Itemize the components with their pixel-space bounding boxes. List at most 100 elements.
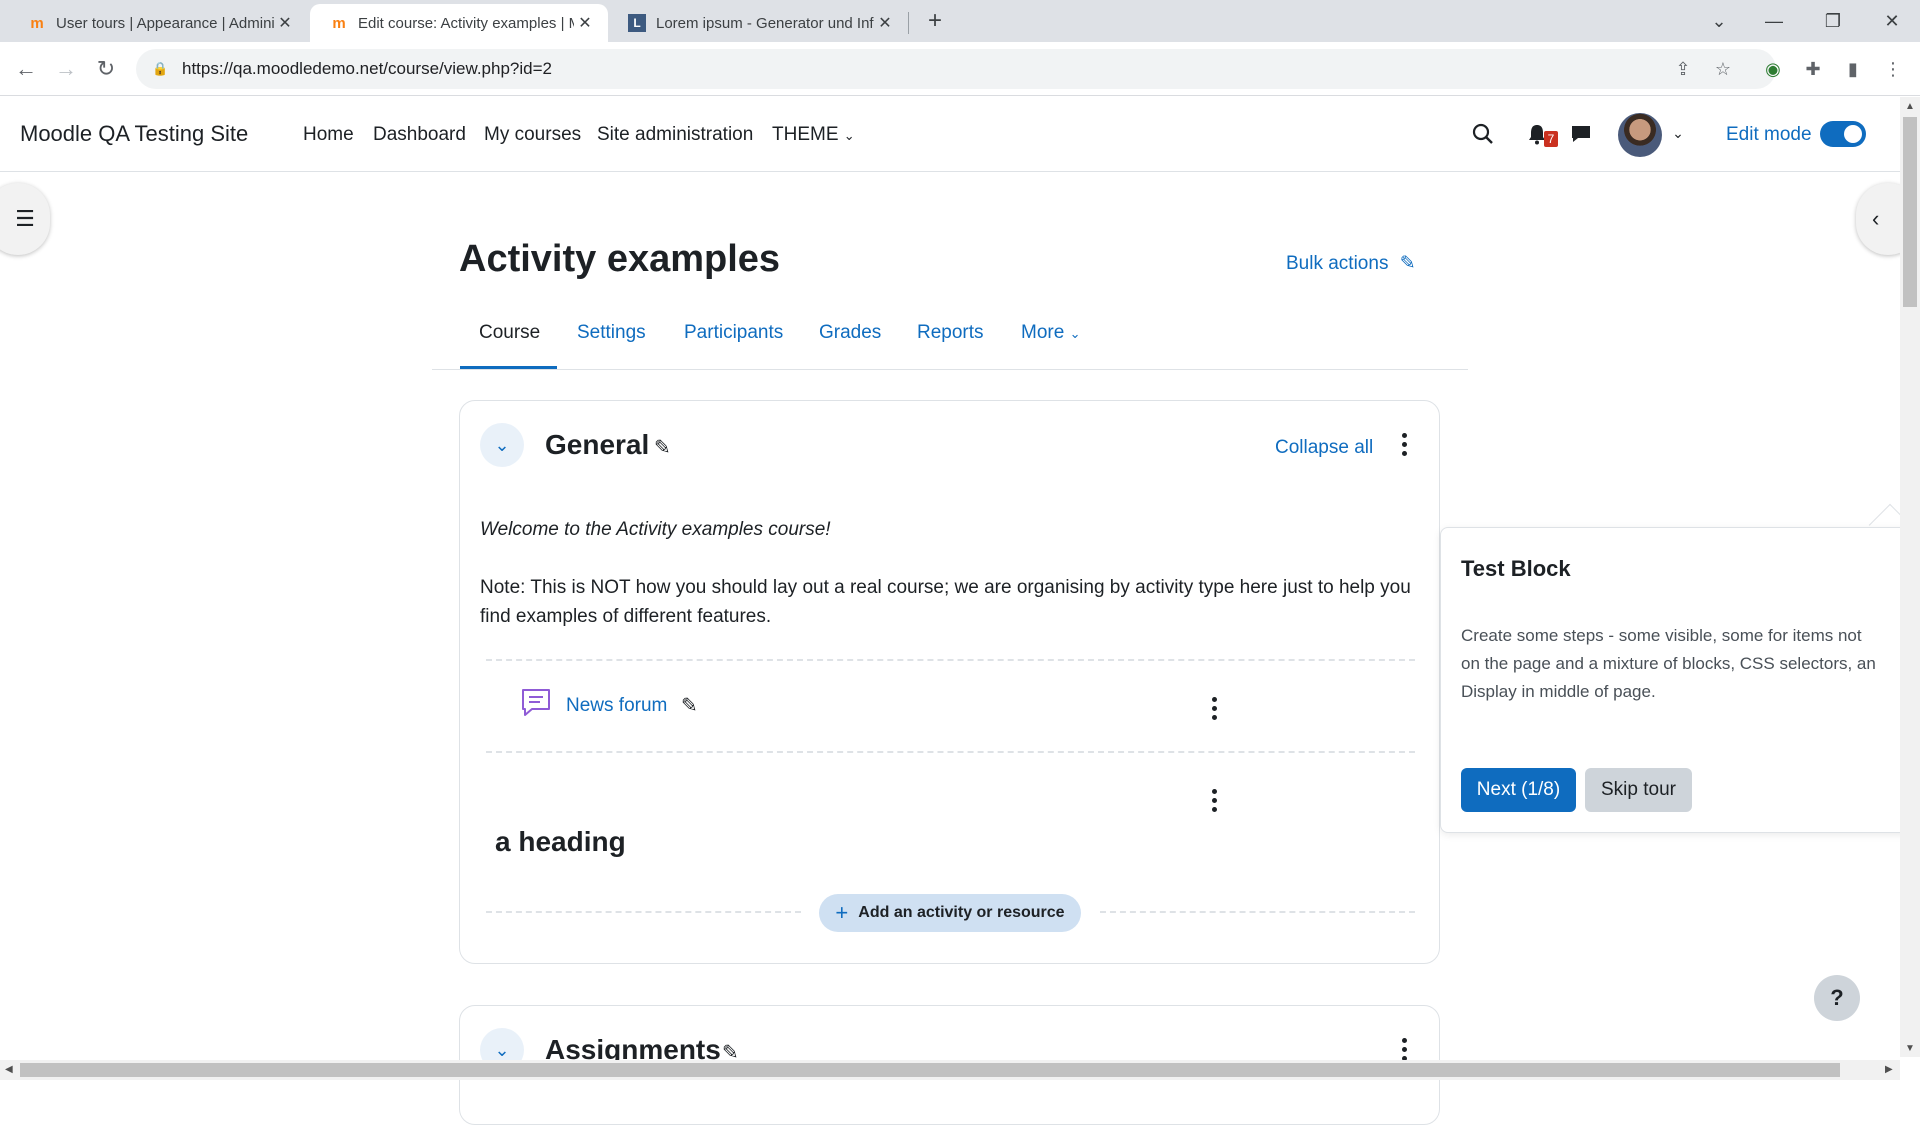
tab-search-chevron-icon[interactable]: ⌄ bbox=[1692, 0, 1746, 42]
close-tab-icon[interactable]: ✕ bbox=[274, 13, 296, 33]
section-summary-note: Note: This is NOT how you should lay out… bbox=[480, 577, 1411, 627]
messages-icon[interactable] bbox=[1566, 119, 1596, 149]
nav-theme[interactable]: THEME ⌄ bbox=[772, 124, 855, 146]
edit-title-pencil-icon[interactable]: ✎ bbox=[654, 435, 671, 460]
section-title: General bbox=[545, 429, 650, 460]
new-tab-icon[interactable]: + bbox=[908, 0, 962, 42]
extension-shield-icon[interactable]: ◉ bbox=[1758, 54, 1788, 84]
pencil-icon: ✎ bbox=[1399, 253, 1416, 274]
browser-tab[interactable]: m User tours | Appearance | Admini ✕ bbox=[8, 4, 308, 42]
forward-icon[interactable]: → bbox=[48, 51, 84, 87]
bulk-actions-link[interactable]: Bulk actions ✎ bbox=[1286, 252, 1416, 275]
browser-tab-active[interactable]: m Edit course: Activity examples | M ✕ bbox=[310, 4, 608, 42]
site-name[interactable]: Moodle QA Testing Site bbox=[20, 121, 248, 147]
help-button[interactable]: ? bbox=[1814, 975, 1860, 1021]
section-actions-kebab-icon[interactable] bbox=[1396, 1038, 1412, 1061]
share-icon[interactable]: ⇪ bbox=[1668, 54, 1698, 84]
user-menu-chevron-icon[interactable]: ⌄ bbox=[1668, 123, 1688, 143]
tab-course[interactable]: Course bbox=[479, 322, 540, 344]
tab-more-label: More bbox=[1021, 322, 1065, 343]
notification-count-badge: 7 bbox=[1544, 131, 1558, 147]
horizontal-scroll-thumb[interactable] bbox=[20, 1063, 1840, 1077]
scroll-right-icon[interactable]: ▶ bbox=[1885, 1064, 1893, 1075]
tour-skip-button[interactable]: Skip tour bbox=[1585, 768, 1692, 812]
tour-next-button[interactable]: Next (1/8) bbox=[1461, 768, 1576, 812]
section-general: ⌄ General ✎ Collapse all Welcome to the … bbox=[459, 400, 1440, 964]
close-window-icon[interactable]: ✕ bbox=[1865, 0, 1919, 42]
moodle-favicon-icon: m bbox=[332, 14, 346, 32]
nav-dashboard[interactable]: Dashboard bbox=[373, 124, 466, 146]
lorem-favicon-icon: L bbox=[628, 14, 646, 32]
user-tour-popover: Test Block Create some steps - some visi… bbox=[1440, 527, 1920, 833]
address-bar[interactable]: 🔒 https://qa.moodledemo.net/course/view.… bbox=[136, 49, 1776, 89]
add-activity-label: Add an activity or resource bbox=[858, 904, 1065, 921]
forum-icon bbox=[522, 689, 550, 716]
back-icon[interactable]: ← bbox=[8, 51, 44, 87]
tab-title: Edit course: Activity examples | M bbox=[358, 14, 574, 32]
horizontal-scrollbar[interactable]: ◀ ▶ bbox=[0, 1060, 1900, 1080]
label-heading: a heading bbox=[495, 826, 626, 857]
chevron-down-icon: ⌄ bbox=[1069, 326, 1081, 341]
tab-title: Lorem ipsum - Generator und Inf bbox=[656, 14, 874, 32]
moodle-favicon-icon: m bbox=[30, 14, 44, 32]
vertical-scrollbar[interactable]: ▲ ▼ bbox=[1900, 97, 1920, 1057]
nav-home[interactable]: Home bbox=[303, 124, 354, 146]
course-index-drawer-toggle[interactable]: ☰ bbox=[0, 183, 50, 255]
scroll-up-icon[interactable]: ▲ bbox=[1905, 101, 1915, 112]
tab-reports[interactable]: Reports bbox=[917, 322, 984, 344]
scroll-left-icon[interactable]: ◀ bbox=[5, 1064, 13, 1075]
bookmark-star-icon[interactable]: ☆ bbox=[1708, 54, 1738, 84]
browser-tab-strip: m User tours | Appearance | Admini ✕ m E… bbox=[0, 0, 1920, 42]
user-avatar[interactable] bbox=[1618, 113, 1662, 157]
search-icon[interactable] bbox=[1468, 119, 1498, 149]
chevron-down-icon: ⌄ bbox=[843, 128, 855, 143]
vertical-scroll-thumb[interactable] bbox=[1903, 117, 1917, 307]
activity-actions-kebab-icon[interactable] bbox=[1206, 697, 1222, 720]
news-forum-link[interactable]: News forum bbox=[566, 695, 667, 717]
edit-mode-toggle[interactable] bbox=[1820, 121, 1866, 147]
minimize-icon[interactable]: — bbox=[1747, 0, 1801, 42]
nav-my-courses[interactable]: My courses bbox=[484, 124, 581, 146]
lock-icon: 🔒 bbox=[152, 61, 169, 76]
browser-toolbar: ← → ↻ 🔒 https://qa.moodledemo.net/course… bbox=[0, 42, 1920, 96]
close-tab-icon[interactable]: ✕ bbox=[574, 13, 596, 33]
url-text: https://qa.moodledemo.net/course/view.ph… bbox=[182, 59, 552, 78]
scroll-down-icon[interactable]: ▼ bbox=[1905, 1043, 1915, 1054]
tab-title: User tours | Appearance | Admini bbox=[56, 14, 274, 32]
tour-step-content: Create some steps - some visible, some f… bbox=[1461, 626, 1876, 701]
collapse-all-link[interactable]: Collapse all bbox=[1275, 437, 1373, 459]
page-title: Activity examples bbox=[459, 238, 781, 280]
side-panel-icon[interactable]: ▮ bbox=[1838, 54, 1868, 84]
bulk-actions-label: Bulk actions bbox=[1286, 253, 1389, 274]
divider bbox=[486, 751, 1415, 753]
tab-settings[interactable]: Settings bbox=[577, 322, 646, 344]
label-actions-kebab-icon[interactable] bbox=[1206, 789, 1222, 812]
secondary-navigation: Course Settings Participants Grades Repo… bbox=[432, 300, 1468, 370]
browser-tab[interactable]: L Lorem ipsum - Generator und Inf ✕ bbox=[608, 4, 908, 42]
browser-menu-icon[interactable]: ⋮ bbox=[1878, 54, 1908, 84]
restore-icon[interactable]: ❐ bbox=[1806, 0, 1860, 42]
site-navbar: Moodle QA Testing Site Home Dashboard My… bbox=[0, 97, 1900, 172]
edit-activity-pencil-icon[interactable]: ✎ bbox=[681, 693, 698, 718]
divider bbox=[1100, 911, 1415, 913]
collapse-section-chevron-icon[interactable]: ⌄ bbox=[480, 423, 524, 467]
tour-step-title: Test Block bbox=[1461, 556, 1571, 581]
close-tab-icon[interactable]: ✕ bbox=[874, 13, 896, 33]
list-icon: ☰ bbox=[15, 206, 35, 231]
tab-participants[interactable]: Participants bbox=[684, 322, 783, 344]
tab-more[interactable]: More ⌄ bbox=[1021, 322, 1080, 344]
active-tab-indicator bbox=[460, 366, 557, 369]
section-summary-welcome: Welcome to the Activity examples course! bbox=[480, 519, 831, 540]
plus-icon: + bbox=[835, 900, 849, 925]
nav-theme-label: THEME bbox=[772, 124, 839, 145]
section-actions-kebab-icon[interactable] bbox=[1396, 433, 1412, 456]
tab-grades[interactable]: Grades bbox=[819, 322, 881, 344]
extensions-puzzle-icon[interactable]: ✚ bbox=[1798, 54, 1828, 84]
reload-icon[interactable]: ↻ bbox=[88, 51, 124, 87]
chevron-left-icon: ‹ bbox=[1872, 206, 1880, 231]
divider bbox=[486, 659, 1415, 661]
nav-site-administration[interactable]: Site administration bbox=[597, 124, 753, 146]
divider bbox=[486, 911, 801, 913]
edit-mode-label: Edit mode bbox=[1726, 124, 1812, 145]
add-activity-button[interactable]: + Add an activity or resource bbox=[819, 894, 1081, 932]
